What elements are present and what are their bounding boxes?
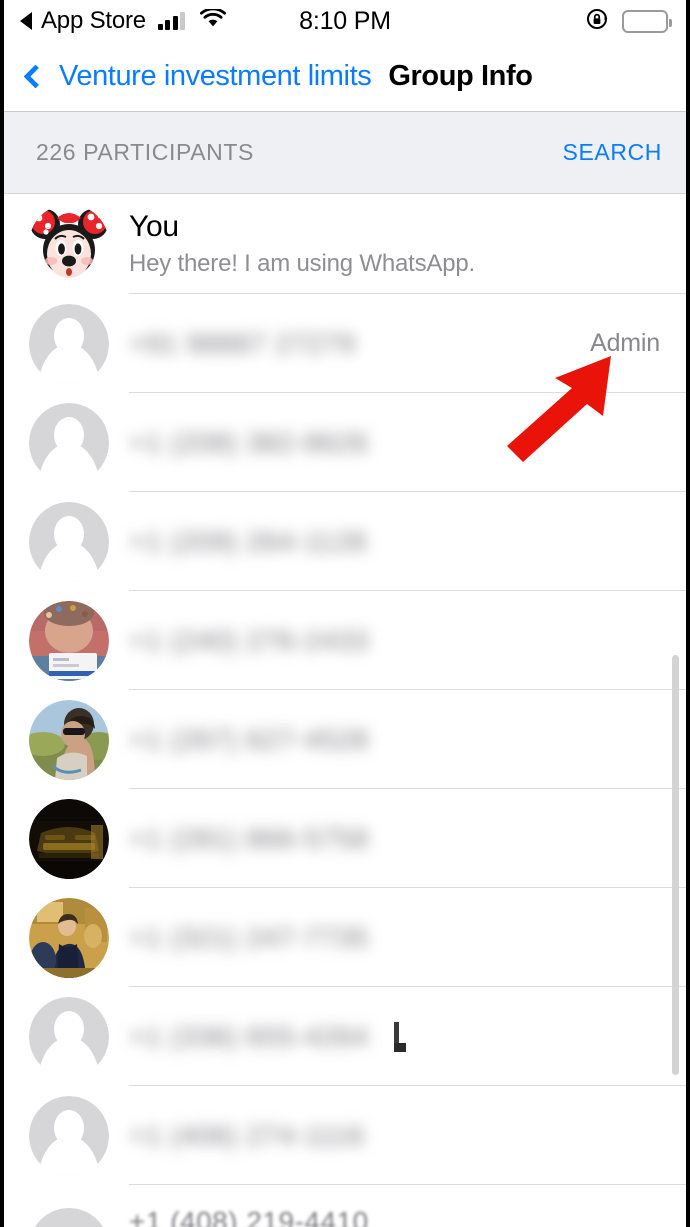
- page-title: Group Info: [388, 60, 533, 92]
- participant-phone: +1 (406) 274-1116: [129, 1119, 365, 1151]
- default-person-avatar: [29, 1095, 109, 1176]
- list-item[interactable]: +1 (281) 866-5758: [4, 789, 686, 888]
- participants-header: 226 PARTICIPANTS SEARCH: [4, 112, 686, 194]
- participant-phone: +1 (336) 655-4264: [129, 1020, 369, 1052]
- search-button[interactable]: SEARCH: [563, 139, 662, 166]
- list-item[interactable]: +91 98887 27279 Admin: [4, 294, 686, 393]
- list-item-body: +1 (281) 866-5758: [129, 823, 686, 855]
- list-item-body: +1 (321) 247-7735: [129, 922, 686, 954]
- text-cursor-mark: [394, 1021, 406, 1052]
- default-person-avatar: [29, 996, 109, 1077]
- default-person-avatar: [29, 501, 109, 582]
- status-bar: App Store 8:10 PM: [4, 0, 686, 42]
- back-button-label[interactable]: Venture investment limits: [59, 60, 372, 93]
- default-person-avatar: [29, 303, 109, 384]
- list-item-body: +1 (208) 382-8626: [129, 427, 686, 459]
- photo-avatar-person-seated: [29, 897, 109, 978]
- list-item-body: +1 (336) 655-4264: [129, 1021, 686, 1053]
- cellular-signal-icon: [157, 12, 186, 30]
- photo-avatar-person-badge: [29, 600, 109, 681]
- participant-name: You: [129, 209, 179, 243]
- list-item-body: +1 (240) 276-2433: [129, 625, 686, 657]
- participant-phone: +1 (281) 866-5758: [129, 822, 369, 854]
- wifi-icon: [200, 7, 227, 33]
- row-divider: [129, 1184, 686, 1185]
- list-item-body: You Hey there! I am using WhatsApp.: [129, 208, 686, 281]
- participant-phone: +91 98887 27279: [129, 327, 356, 359]
- list-item-body: +1 (406) 274-1116: [129, 1120, 686, 1152]
- list-item-body: +1 (209) 264-1128: [129, 526, 686, 558]
- list-item-body: +1 (267) 627-4528: [129, 724, 686, 756]
- photo-avatar-person-sunglasses: [29, 699, 109, 780]
- list-item[interactable]: +1 (321) 247-7735: [4, 888, 686, 987]
- chevron-left-icon[interactable]: [20, 62, 50, 92]
- list-item[interactable]: You Hey there! I am using WhatsApp.: [4, 194, 686, 294]
- participant-phone-partial: +1 (408) 219-4410: [129, 1206, 369, 1227]
- back-triangle-icon[interactable]: [20, 12, 32, 30]
- list-item[interactable]: +1 (209) 264-1128: [4, 492, 686, 591]
- status-bar-left: App Store: [20, 7, 227, 35]
- back-app-label[interactable]: App Store: [41, 7, 146, 35]
- list-item-body: +91 98887 27279: [129, 328, 590, 360]
- phone-screen: App Store 8:10 PM Venture investment lim…: [0, 0, 690, 1227]
- participant-phone: +1 (321) 247-7735: [129, 921, 369, 953]
- status-bar-right: [586, 7, 672, 36]
- participant-phone: +1 (240) 276-2433: [129, 624, 369, 656]
- participant-phone: +1 (208) 382-8626: [129, 426, 369, 458]
- default-person-avatar: [29, 1208, 109, 1227]
- list-item[interactable]: +1 (406) 274-1116: [4, 1086, 686, 1185]
- participants-count-label: 226 PARTICIPANTS: [36, 139, 254, 165]
- participant-phone: +1 (267) 627-4528: [129, 723, 369, 755]
- admin-label: Admin: [590, 329, 660, 357]
- participant-status: Hey there! I am using WhatsApp.: [129, 250, 475, 278]
- list-item[interactable]: +1 (336) 655-4264: [4, 987, 686, 1086]
- navigation-bar: Venture investment limits Group Info: [4, 42, 686, 112]
- scroll-indicator[interactable]: [672, 655, 679, 1075]
- list-item[interactable]: +1 (208) 382-8626: [4, 393, 686, 492]
- list-item[interactable]: +1 (267) 627-4528: [4, 690, 686, 789]
- photo-avatar-car: [29, 798, 109, 879]
- participant-list: You Hey there! I am using WhatsApp. +91 …: [4, 194, 686, 1185]
- rotation-lock-icon: [586, 7, 610, 36]
- list-item-partial[interactable]: +1 (408) 219-4410: [4, 1190, 686, 1227]
- participant-phone: +1 (209) 264-1128: [129, 525, 367, 557]
- list-item[interactable]: +1 (240) 276-2433: [4, 591, 686, 690]
- minnie-mouse-avatar: [29, 204, 109, 284]
- default-person-avatar: [29, 402, 109, 483]
- battery-icon: [622, 9, 672, 33]
